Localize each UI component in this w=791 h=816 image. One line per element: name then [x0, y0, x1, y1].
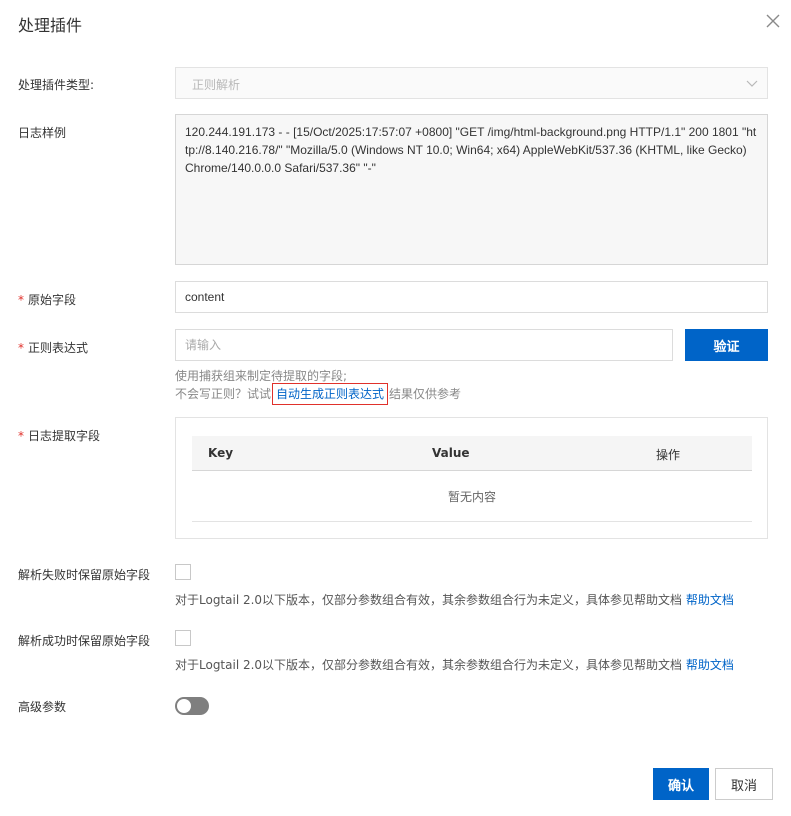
extract-fields-label-text: 日志提取字段 — [28, 429, 101, 443]
validate-button[interactable]: 验证 — [685, 329, 768, 361]
log-sample-label: 日志样例 — [18, 126, 67, 140]
plugin-type-value: 正则解析 — [192, 78, 241, 92]
column-header-value: Value — [432, 446, 470, 460]
table-empty-text: 暂无内容 — [192, 472, 752, 522]
regex-label: * 正则表达式 — [18, 339, 88, 356]
auto-generate-regex-link[interactable]: 自动生成正则表达式 — [272, 383, 389, 405]
dialog-title: 处理插件 — [18, 16, 83, 35]
advanced-params-toggle[interactable] — [175, 697, 209, 715]
column-header-key: Key — [208, 446, 234, 460]
plugin-type-select[interactable]: 正则解析 — [175, 67, 768, 99]
regex-hint-capture-groups: 使用捕获组来制定待提取的字段; — [175, 369, 348, 383]
regex-label-text: 正则表达式 — [28, 341, 89, 355]
required-mark: * — [18, 341, 24, 355]
confirm-button[interactable]: 确认 — [653, 768, 709, 800]
keep-on-fail-hint: 对于Logtail 2.0以下版本，仅部分参数组合有效，其余参数组合行为未定义，… — [175, 591, 734, 608]
toggle-knob — [177, 699, 191, 713]
keep-on-fail-checkbox[interactable] — [175, 564, 191, 580]
regex-hint-suffix: 结果仅供参考 — [389, 387, 462, 401]
chevron-down-icon — [746, 80, 758, 87]
required-mark: * — [18, 293, 24, 307]
original-field-label: * 原始字段 — [18, 291, 76, 308]
keep-on-success-checkbox[interactable] — [175, 630, 191, 646]
keep-on-success-help-link[interactable]: 帮助文档 — [686, 658, 734, 672]
keep-on-fail-hint-text: 对于Logtail 2.0以下版本，仅部分参数组合有效，其余参数组合行为未定义，… — [175, 593, 683, 607]
log-sample-textarea[interactable]: 120.244.191.173 - - [15/Oct/2025:17:57:0… — [175, 114, 768, 265]
column-header-actions: 操作 — [656, 448, 681, 462]
extract-fields-table: Key Value 操作 暂无内容 — [175, 417, 768, 539]
original-field-label-text: 原始字段 — [28, 293, 77, 307]
extract-fields-label: * 日志提取字段 — [18, 427, 100, 444]
original-field-input[interactable]: content — [175, 281, 768, 313]
keep-on-success-label: 解析成功时保留原始字段 — [18, 634, 151, 648]
close-icon[interactable] — [764, 12, 782, 30]
keep-on-fail-label: 解析失败时保留原始字段 — [18, 568, 151, 582]
cancel-button[interactable]: 取消 — [715, 768, 773, 800]
table-header: Key Value 操作 — [192, 436, 752, 471]
regex-input[interactable]: 请输入 — [175, 329, 673, 361]
keep-on-fail-help-link[interactable]: 帮助文档 — [686, 593, 734, 607]
keep-on-success-hint: 对于Logtail 2.0以下版本，仅部分参数组合有效，其余参数组合行为未定义，… — [175, 656, 734, 673]
advanced-params-label: 高级参数 — [18, 700, 67, 714]
regex-hint-prefix: 不会写正则？试试 — [175, 387, 272, 401]
required-mark: * — [18, 429, 24, 443]
plugin-type-label: 处理插件类型: — [18, 78, 95, 92]
regex-hint-auto-generate: 不会写正则？试试 自动生成正则表达式 结果仅供参考 — [175, 383, 462, 405]
keep-on-success-hint-text: 对于Logtail 2.0以下版本，仅部分参数组合有效，其余参数组合行为未定义，… — [175, 658, 683, 672]
